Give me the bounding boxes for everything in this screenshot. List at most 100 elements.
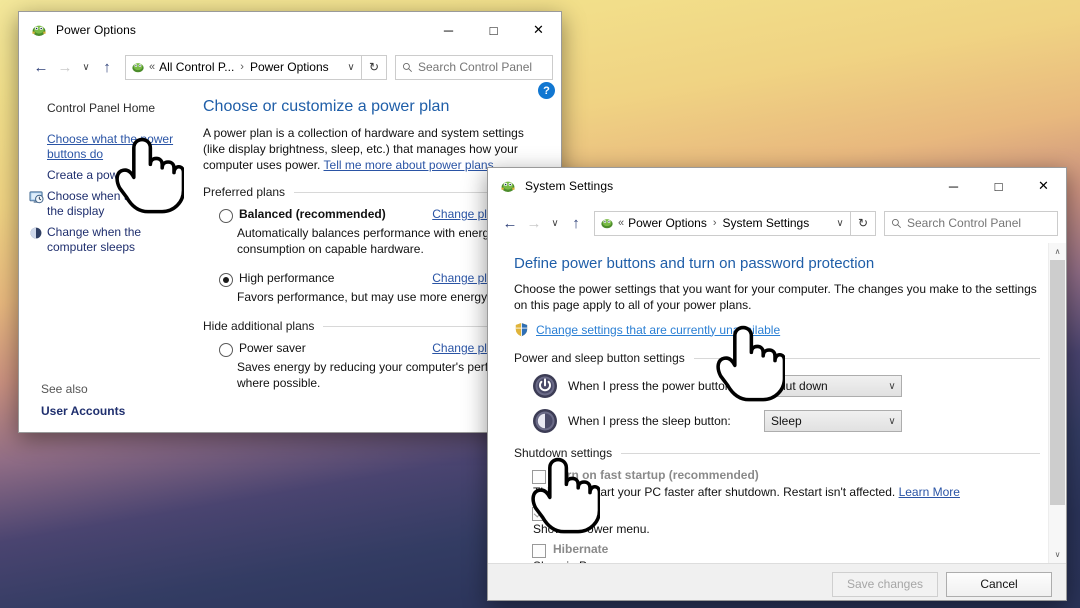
minimize-button[interactable]: ─ xyxy=(426,12,471,48)
search-control-panel-box[interactable]: Search Control Panel xyxy=(884,210,1058,236)
system-settings-content: Define power buttons and turn on passwor… xyxy=(488,242,1066,563)
checkbox-label-fast-startup: Turn on fast startup (recommended) xyxy=(553,468,759,482)
shutdown-section-rule xyxy=(621,452,1040,454)
recent-locations-button[interactable]: ∨ xyxy=(546,211,564,235)
system-settings-titlebar[interactable]: System Settings ─ □ ✕ xyxy=(488,168,1066,204)
address-bar[interactable]: « All Control P... › Power Options ∨ xyxy=(125,54,362,80)
scroll-up-button[interactable]: ∧ xyxy=(1049,243,1066,260)
power-options-titlebar[interactable]: Power Options ─ □ ✕ xyxy=(19,12,561,48)
plan-name-power-saver: Power saver xyxy=(239,341,306,355)
breadcrumb-item-0[interactable]: All Control P... xyxy=(159,60,234,74)
shield-icon xyxy=(514,322,529,337)
scroll-down-button[interactable]: ∨ xyxy=(1049,546,1066,563)
cancel-button[interactable]: Cancel xyxy=(946,571,1052,597)
power-options-body: Control Panel Home Choose what the power… xyxy=(19,82,561,432)
power-button-action-value: Shut down xyxy=(771,379,828,393)
address-prefix: « xyxy=(149,61,156,73)
close-button[interactable]: ✕ xyxy=(516,12,561,48)
admin-elevation-row[interactable]: Change settings that are currently unava… xyxy=(514,322,1040,337)
refresh-button[interactable]: ↻ xyxy=(851,210,876,236)
system-settings-icon xyxy=(500,178,516,194)
sidebar-icon-none-2 xyxy=(29,168,47,169)
see-also-user-accounts-link[interactable]: User Accounts xyxy=(41,404,219,418)
search-icon xyxy=(396,62,418,73)
system-settings-window[interactable]: System Settings ─ □ ✕ ← → ∨ ↑ « Power Op… xyxy=(487,167,1067,601)
sidebar-item-label-0: Control Panel Home xyxy=(47,101,156,115)
help-icon[interactable]: ? xyxy=(538,82,555,99)
sidebar-item-label-2: Create a power plan xyxy=(47,168,156,182)
plan-name-high-performance: High performance xyxy=(239,271,335,285)
address-bar[interactable]: « Power Options › System Settings ∨ xyxy=(594,210,851,236)
power-sleep-section-rule xyxy=(693,357,1040,359)
forward-button[interactable]: → xyxy=(522,211,546,235)
sidebar-icon-none-0 xyxy=(29,101,47,102)
forward-button[interactable]: → xyxy=(53,55,77,79)
sidebar-item-change-computer-sleeps[interactable]: Change when the computer sleeps xyxy=(19,222,197,258)
address-dropdown-icon[interactable]: ∨ xyxy=(830,218,850,229)
search-icon xyxy=(885,218,907,229)
address-prefix: « xyxy=(618,217,625,229)
maximize-button[interactable]: □ xyxy=(471,12,516,48)
checkbox-fast-startup[interactable] xyxy=(532,470,546,484)
preferred-plans-label: Preferred plans xyxy=(203,185,286,199)
up-button[interactable]: ↑ xyxy=(564,211,588,235)
change-unavailable-settings-link[interactable]: Change settings that are currently unava… xyxy=(536,323,780,337)
shutdown-section-header: Shutdown settings xyxy=(514,446,1040,460)
recent-locations-button[interactable]: ∨ xyxy=(77,55,95,79)
system-settings-footer: Save changes Cancel xyxy=(488,563,1066,600)
sidebar-item-choose-display-off[interactable]: Choose when to turn off the display xyxy=(19,186,197,222)
power-sleep-section-header: Power and sleep button settings xyxy=(514,351,1040,365)
sidebar-item-control-panel-home[interactable]: Control Panel Home xyxy=(19,98,197,119)
breadcrumb-item-0[interactable]: Power Options xyxy=(628,216,707,230)
power-options-navbar: ← → ∨ ↑ « All Control P... › Power Optio… xyxy=(19,48,561,86)
close-button[interactable]: ✕ xyxy=(1021,168,1066,204)
sleep-button-setting-row: When I press the sleep button: Sleep ∨ xyxy=(514,408,1040,434)
search-input[interactable]: Search Control Panel xyxy=(907,216,1021,230)
sleep-button-action-dropdown[interactable]: Sleep ∨ xyxy=(764,410,902,432)
checkbox-label-hibernate: Hibernate xyxy=(553,542,609,556)
sleep-button-action-value: Sleep xyxy=(771,414,802,428)
up-button[interactable]: ↑ xyxy=(95,55,119,79)
back-button[interactable]: ← xyxy=(29,55,53,79)
power-button-action-dropdown[interactable]: Shut down ∨ xyxy=(764,375,902,397)
plan-name-balanced: Balanced (recommended) xyxy=(239,207,386,221)
learn-more-link[interactable]: Learn More xyxy=(899,485,960,499)
save-changes-button[interactable]: Save changes xyxy=(832,571,938,597)
radio-high-performance[interactable] xyxy=(219,273,233,287)
checkbox-sleep[interactable] xyxy=(532,507,546,521)
breadcrumb-item-1[interactable]: System Settings xyxy=(723,216,810,230)
system-settings-navbar: ← → ∨ ↑ « Power Options › System Setting… xyxy=(488,204,1066,242)
power-button-setting-row: When I press the power button: Shut down… xyxy=(514,373,1040,399)
shutdown-section-label: Shutdown settings xyxy=(514,446,613,460)
address-dropdown-icon[interactable]: ∨ xyxy=(341,62,361,73)
power-options-window[interactable]: Power Options ─ □ ✕ ← → ∨ ↑ « All Contro… xyxy=(18,11,562,433)
breadcrumb-separator: › xyxy=(712,217,717,229)
breadcrumb-item-1[interactable]: Power Options xyxy=(250,60,329,74)
sleep-button-icon xyxy=(532,408,558,434)
power-options-title: Power Options xyxy=(56,23,137,37)
checkbox-item-hibernate[interactable]: Hibernate Show in Power menu. xyxy=(514,542,1040,563)
scrollbar-thumb[interactable] xyxy=(1050,260,1065,505)
back-button[interactable]: ← xyxy=(498,211,522,235)
power-button-icon xyxy=(532,373,558,399)
checkbox-item-fast-startup[interactable]: Turn on fast startup (recommended) This … xyxy=(514,468,1040,500)
radio-balanced[interactable] xyxy=(219,209,233,223)
minimize-button[interactable]: ─ xyxy=(931,168,976,204)
checkbox-item-sleep[interactable]: Sleep Show in Power menu. xyxy=(514,505,1040,537)
maximize-button[interactable]: □ xyxy=(976,168,1021,204)
radio-power-saver[interactable] xyxy=(219,343,233,357)
refresh-button[interactable]: ↻ xyxy=(362,54,387,80)
power-options-icon xyxy=(31,22,47,38)
sidebar-item-choose-power-buttons[interactable]: Choose what the power buttons do xyxy=(19,129,197,165)
checkbox-hibernate[interactable] xyxy=(532,544,546,558)
chevron-down-icon: ∨ xyxy=(888,380,896,392)
power-sleep-section-label: Power and sleep button settings xyxy=(514,351,685,365)
vertical-scrollbar[interactable]: ∧ ∨ xyxy=(1048,243,1066,563)
sidebar-item-label-4: Change when the computer sleeps xyxy=(47,225,142,254)
search-input[interactable]: Search Control Panel xyxy=(418,60,532,74)
checkbox-sub-sleep: Show in Power menu. xyxy=(533,522,650,536)
checkbox-sub-hibernate: Show in Power menu. xyxy=(514,558,1040,563)
search-control-panel-box[interactable]: Search Control Panel xyxy=(395,54,553,80)
sidebar-item-create-power-plan[interactable]: Create a power plan xyxy=(19,165,197,186)
tell-me-more-link[interactable]: Tell me more about power plans xyxy=(324,158,494,172)
